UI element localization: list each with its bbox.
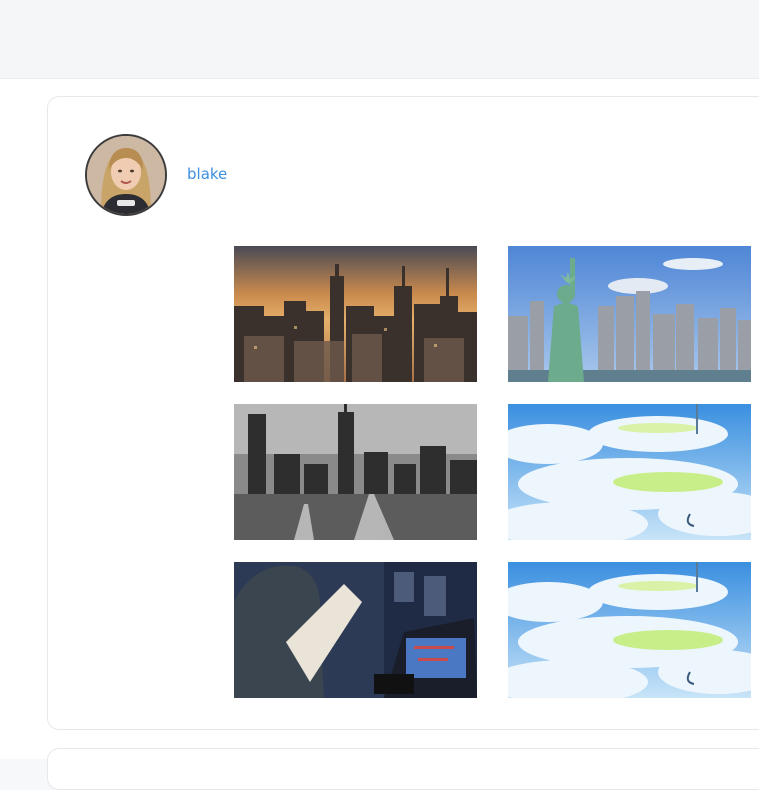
bw-vintage-skyline-photo[interactable]: [234, 404, 477, 540]
anime-sky-clouds-photo[interactable]: [508, 404, 751, 540]
statue-of-liberty-photo[interactable]: [508, 246, 751, 382]
top-header-bar: [0, 0, 759, 79]
hooded-person-laptop-photo[interactable]: [234, 562, 477, 698]
nyc-sunset-skyline-photo[interactable]: [234, 246, 477, 382]
next-post-card: [47, 748, 759, 790]
user-avatar[interactable]: [85, 134, 167, 216]
author-username-link[interactable]: blake: [187, 165, 227, 183]
anime-sky-clouds-photo-2[interactable]: [508, 562, 751, 698]
avatar-portrait-image: [87, 136, 165, 214]
